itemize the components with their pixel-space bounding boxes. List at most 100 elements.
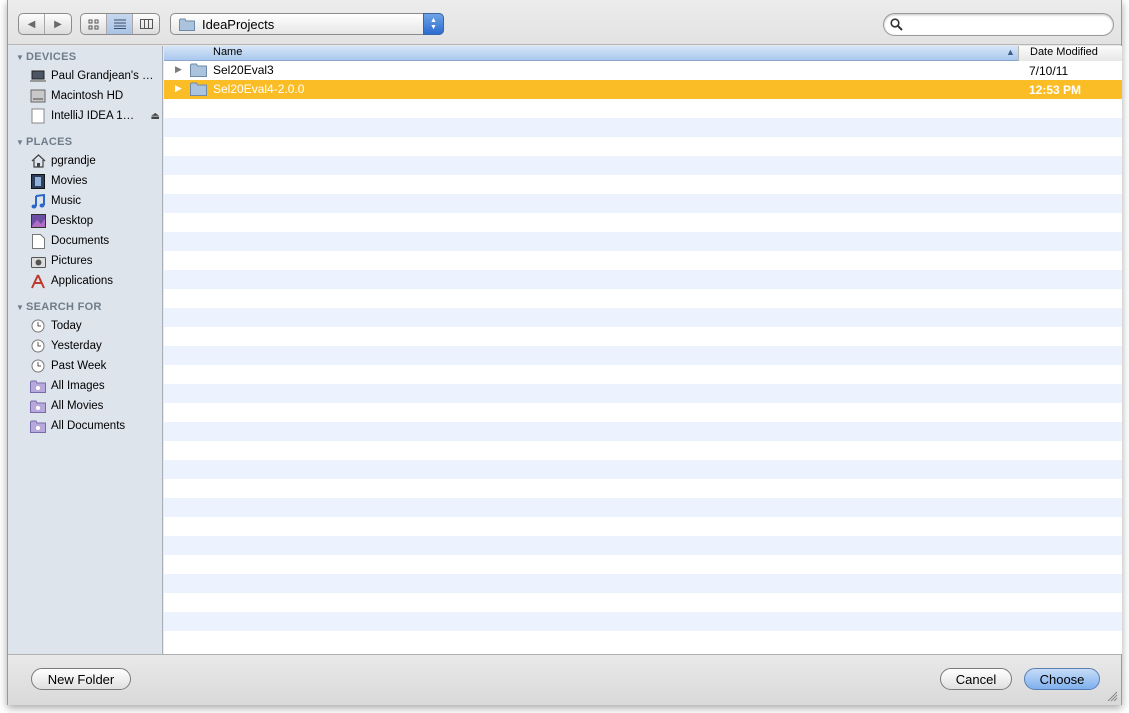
applications-icon: [30, 273, 46, 289]
empty-row: [164, 118, 1122, 137]
sidebar-item-macintosh-hd[interactable]: Macintosh HD: [30, 87, 160, 105]
smart-folder-icon: [30, 378, 46, 394]
choose-button[interactable]: Choose: [1024, 668, 1100, 690]
resize-grip-icon[interactable]: [1107, 691, 1118, 702]
sidebar-item-past-week[interactable]: Past Week: [30, 357, 160, 375]
cancel-button[interactable]: Cancel: [940, 668, 1012, 690]
harddrive-icon: [30, 88, 46, 104]
grid-icon: [88, 19, 99, 29]
open-dialog: ◀ ▶ IdeaProjects ▲ ▼ ▼ DEVICES Paul Gran…: [7, 0, 1122, 705]
empty-row: [164, 498, 1122, 517]
sidebar-item-label: pgrandje: [51, 155, 96, 167]
empty-row: [164, 289, 1122, 308]
desktop-icon: [30, 213, 46, 229]
back-arrow-icon: ◀: [27, 18, 36, 30]
disclosure-triangle-icon: ▼: [16, 303, 25, 312]
sidebar-item-today[interactable]: Today: [30, 317, 160, 335]
sidebar-item-label: Today: [51, 320, 82, 332]
disclosure-triangle-icon: ▼: [16, 53, 25, 62]
disk-image-icon: [30, 108, 46, 124]
new-folder-button[interactable]: New Folder: [31, 668, 131, 690]
empty-row: [164, 403, 1122, 422]
path-label: IdeaProjects: [202, 16, 275, 32]
sidebar-item-label: Past Week: [51, 360, 107, 372]
sidebar-item-documents[interactable]: Documents: [30, 232, 160, 250]
empty-row: [164, 612, 1122, 631]
section-devices[interactable]: ▼ DEVICES: [16, 51, 76, 63]
sidebar-item-label: Music: [51, 195, 82, 207]
file-row[interactable]: ▶ Sel20Eval3 7/10/11: [164, 61, 1122, 80]
empty-row: [164, 536, 1122, 555]
eject-icon[interactable]: ⏏: [151, 111, 160, 122]
sidebar-item-desktop[interactable]: Desktop: [30, 212, 160, 230]
empty-row: [164, 365, 1122, 384]
path-popup-button[interactable]: IdeaProjects ▲ ▼: [170, 13, 444, 35]
file-rows: ▶ Sel20Eval3 7/10/11 ▶ Sel20Eval4-2.0.0 12:53…: [164, 61, 1122, 650]
empty-row: [164, 99, 1122, 118]
music-icon: [30, 193, 46, 209]
sidebar-item-all-movies[interactable]: All Movies: [30, 397, 160, 415]
sidebar-item-label: Paul Grandjean's …: [51, 70, 154, 82]
sidebar-item-all-documents[interactable]: All Documents: [30, 417, 160, 435]
file-date-modified: 12:53 PM: [1029, 83, 1082, 97]
columns-icon: [139, 19, 153, 29]
sidebar-item-label: All Movies: [51, 400, 104, 412]
empty-row: [164, 422, 1122, 441]
sidebar-item-intellij[interactable]: IntelliJ IDEA 1… ⏏: [30, 107, 160, 125]
clock-icon: [30, 358, 46, 374]
list-icon: [113, 19, 126, 29]
smart-folder-icon: [30, 398, 46, 414]
empty-row: [164, 631, 1122, 650]
disclosure-triangle-icon[interactable]: ▶: [175, 64, 182, 75]
empty-row: [164, 251, 1122, 270]
sidebar-item-computer[interactable]: Paul Grandjean's …: [30, 67, 160, 85]
empty-row: [164, 574, 1122, 593]
column-header-name[interactable]: Name: [213, 46, 242, 58]
sidebar-item-yesterday[interactable]: Yesterday: [30, 337, 160, 355]
empty-row: [164, 460, 1122, 479]
sidebar-item-label: Desktop: [51, 215, 94, 227]
section-search-for[interactable]: ▼ SEARCH FOR: [16, 301, 102, 313]
empty-row: [164, 517, 1122, 536]
empty-row: [164, 156, 1122, 175]
empty-row: [164, 137, 1122, 156]
sidebar-item-music[interactable]: Music: [30, 192, 160, 210]
section-places[interactable]: ▼ PLACES: [16, 136, 72, 148]
list-header: Name ▲ Date Modified: [164, 46, 1122, 61]
sidebar-item-label: IntelliJ IDEA 1…: [51, 110, 135, 122]
sort-ascending-icon: ▲: [1006, 47, 1015, 57]
sidebar-item-home[interactable]: pgrandje: [30, 152, 160, 170]
pictures-icon: [30, 253, 46, 269]
file-name: Sel20Eval4-2.0.0: [213, 82, 305, 96]
column-header-date-modified[interactable]: Date Modified: [1018, 46, 1122, 61]
view-mode-control: [80, 13, 160, 35]
file-row[interactable]: ▶ Sel20Eval4-2.0.0 12:53 PM: [164, 80, 1122, 99]
sidebar-item-label: All Images: [51, 380, 105, 392]
forward-button[interactable]: ▶: [45, 14, 71, 34]
sidebar-item-label: Macintosh HD: [51, 90, 124, 102]
empty-row: [164, 555, 1122, 574]
icon-view-button[interactable]: [81, 14, 107, 34]
list-view-button[interactable]: [107, 14, 133, 34]
search-field[interactable]: [883, 13, 1114, 36]
documents-icon: [30, 233, 46, 249]
popup-arrows-icon: ▲ ▼: [423, 13, 444, 35]
empty-row: [164, 441, 1122, 460]
sidebar-item-label: Pictures: [51, 255, 93, 267]
sidebar-item-pictures[interactable]: Pictures: [30, 252, 160, 270]
sidebar-item-applications[interactable]: Applications: [30, 272, 160, 290]
empty-row: [164, 213, 1122, 232]
sidebar-item-label: Documents: [51, 235, 110, 247]
file-list[interactable]: Name ▲ Date Modified ▶ Sel20Eval3 7/10/11 ▶…: [164, 46, 1122, 654]
clock-icon: [30, 318, 46, 334]
sidebar-item-all-images[interactable]: All Images: [30, 377, 160, 395]
empty-row: [164, 593, 1122, 612]
search-input[interactable]: [908, 16, 1104, 33]
empty-row: [164, 194, 1122, 213]
column-view-button[interactable]: [133, 14, 159, 34]
sidebar-item-label: All Documents: [51, 420, 126, 432]
back-forward-control: ◀ ▶: [18, 13, 72, 35]
disclosure-triangle-icon[interactable]: ▶: [175, 83, 182, 94]
sidebar-item-movies[interactable]: Movies: [30, 172, 160, 190]
back-button[interactable]: ◀: [19, 14, 45, 34]
